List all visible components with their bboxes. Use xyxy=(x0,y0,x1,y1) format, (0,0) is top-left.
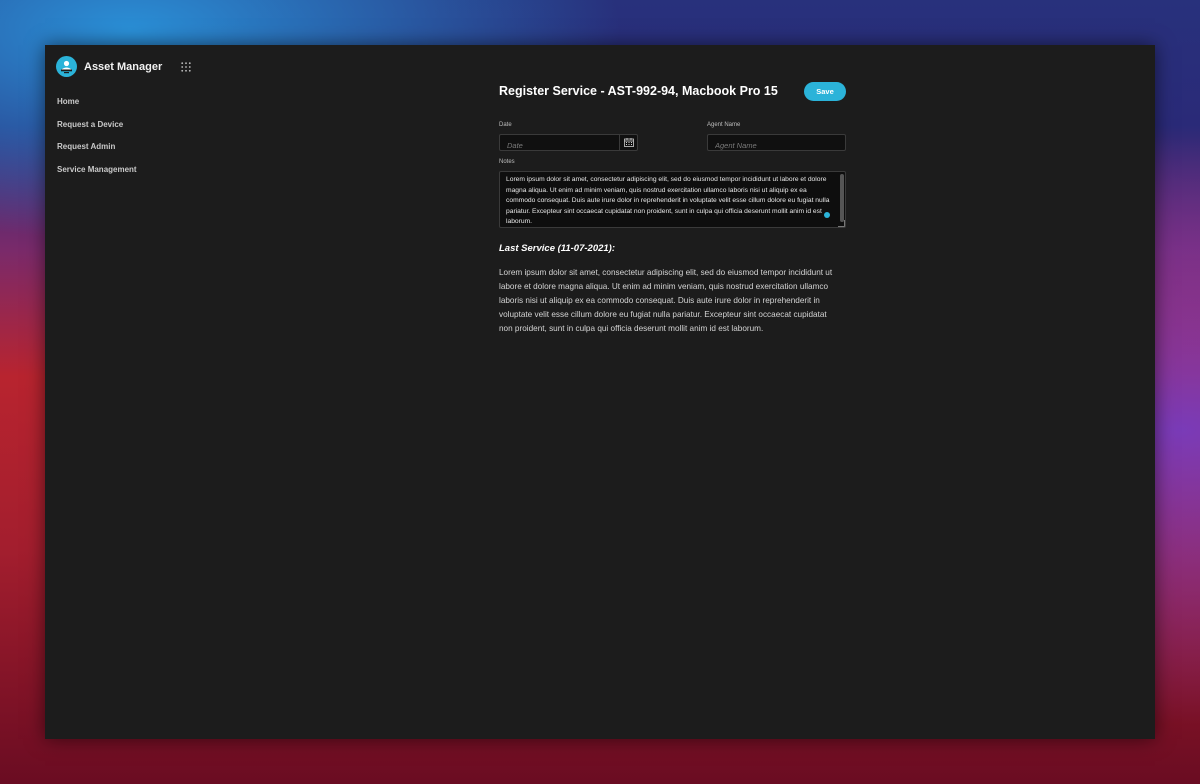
last-service-text: Lorem ipsum dolor sit amet, consectetur … xyxy=(499,268,833,333)
date-label: Date xyxy=(499,122,512,128)
agent-name-label: Agent Name xyxy=(707,122,741,128)
monitor-user-icon xyxy=(56,56,77,77)
sidebar-item-request-device[interactable]: Request a Device xyxy=(57,120,137,143)
sidebar-item-home[interactable]: Home xyxy=(57,97,137,120)
agent-name-field[interactable] xyxy=(707,134,846,153)
notes-text[interactable]: Lorem ipsum dolor sit amet, consectetur … xyxy=(500,172,845,227)
date-input[interactable] xyxy=(500,138,637,153)
cursor-icon xyxy=(824,212,830,218)
notes-scrollbar[interactable] xyxy=(840,174,844,222)
grid-icon[interactable] xyxy=(181,61,191,72)
sidebar-item-service-management[interactable]: Service Management xyxy=(57,165,137,188)
calendar-icon[interactable] xyxy=(619,135,637,150)
sidebar-item-request-admin[interactable]: Request Admin xyxy=(57,142,137,165)
date-field[interactable] xyxy=(499,134,638,153)
save-button[interactable]: Save xyxy=(804,82,846,101)
sidebar-nav: Home Request a Device Request Admin Serv… xyxy=(57,97,137,187)
app-title: Asset Manager xyxy=(84,60,163,73)
notes-label: Notes xyxy=(499,159,515,165)
app-window: Asset Manager Home Request a Device Requ… xyxy=(45,45,1155,739)
page-title: Register Service - AST-992-94, Macbook P… xyxy=(499,84,778,98)
brand: Asset Manager xyxy=(56,56,191,77)
last-service-title: Last Service (11-07-2021): xyxy=(499,243,615,254)
resize-handle-icon[interactable] xyxy=(838,220,845,227)
agent-name-input[interactable] xyxy=(708,138,845,153)
notes-textarea[interactable]: Lorem ipsum dolor sit amet, consectetur … xyxy=(499,171,846,228)
